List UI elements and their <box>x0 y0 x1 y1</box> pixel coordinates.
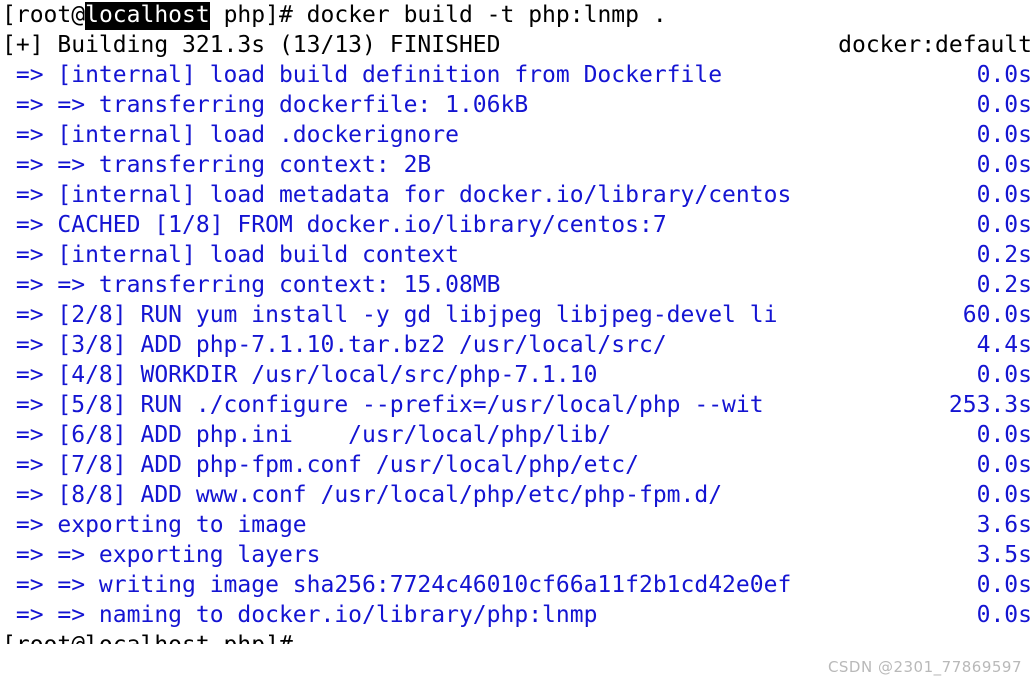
build-step-row: => => transferring context: 2B 0.0s <box>0 150 1036 180</box>
build-step-text: => [8/8] ADD www.conf /usr/local/php/etc… <box>2 482 723 508</box>
build-status-text: [+] Building 321.3s (13/13) FINISHED <box>2 32 501 58</box>
build-step-duration: 4.4s <box>976 332 1032 358</box>
build-step-text: => => transferring dockerfile: 1.06kB <box>2 92 529 118</box>
build-step-duration: 0.2s <box>976 272 1032 298</box>
build-step-duration: 0.0s <box>976 602 1032 628</box>
build-step-duration: 0.0s <box>976 62 1032 88</box>
build-step-text: => [6/8] ADD php.ini /usr/local/php/lib/ <box>2 422 612 448</box>
build-step-row: => [5/8] RUN ./configure --prefix=/usr/l… <box>0 390 1036 420</box>
command-text: docker build -t php:lnmp . <box>306 2 667 28</box>
build-step-duration: 0.0s <box>976 182 1032 208</box>
csdn-watermark: CSDN @2301_77869597 <box>827 658 1022 676</box>
build-step-duration: 60.0s <box>962 302 1032 328</box>
build-step-text: => => writing image sha256:7724c46010cf6… <box>2 572 792 598</box>
build-status-line: [+] Building 321.3s (13/13) FINISHED dock… <box>0 30 1036 60</box>
build-step-duration: 253.3s <box>948 392 1032 418</box>
build-step-text: => [2/8] RUN yum install -y gd libjpeg l… <box>2 302 778 328</box>
build-step-row: => [6/8] ADD php.ini /usr/local/php/lib/… <box>0 420 1036 450</box>
build-step-text: => CACHED [1/8] FROM docker.io/library/c… <box>2 212 667 238</box>
prompt-suffix: php]# <box>209 2 307 28</box>
build-step-duration: 0.0s <box>976 572 1032 598</box>
build-step-row: => => naming to docker.io/library/php:ln… <box>0 600 1036 630</box>
build-step-row: => [internal] load .dockerignore 0.0s <box>0 120 1036 150</box>
prompt-command-line: [root@localhost php]# docker build -t ph… <box>0 0 1036 30</box>
build-step-text: => [internal] load metadata for docker.i… <box>2 182 792 208</box>
prompt-prefix: [root@ <box>2 2 86 28</box>
build-step-duration: 3.5s <box>976 542 1032 568</box>
build-step-duration: 0.2s <box>976 242 1032 268</box>
build-step-duration: 0.0s <box>976 482 1032 508</box>
build-step-row: => [4/8] WORKDIR /usr/local/src/php-7.1.… <box>0 360 1036 390</box>
build-step-text: => => naming to docker.io/library/php:ln… <box>2 602 598 628</box>
build-step-text: => [4/8] WORKDIR /usr/local/src/php-7.1.… <box>2 362 598 388</box>
build-step-row: => => transferring dockerfile: 1.06kB 0.0… <box>0 90 1036 120</box>
build-step-text: => => transferring context: 15.08MB <box>2 272 501 298</box>
build-step-row: => [internal] load build definition from… <box>0 60 1036 90</box>
build-step-row: => [8/8] ADD www.conf /usr/local/php/etc… <box>0 480 1036 510</box>
build-step-duration: 0.0s <box>976 452 1032 478</box>
build-step-row: => => transferring context: 15.08MB 0.2s <box>0 270 1036 300</box>
build-step-text: => [3/8] ADD php-7.1.10.tar.bz2 /usr/loc… <box>2 332 667 358</box>
build-step-duration: 0.0s <box>976 422 1032 448</box>
build-step-duration: 0.0s <box>976 212 1032 238</box>
build-step-text: => [7/8] ADD php-fpm.conf /usr/local/php… <box>2 452 639 478</box>
trailing-prompt-text: [root@localhost php]# <box>2 632 307 644</box>
build-step-duration: 0.0s <box>976 122 1032 148</box>
build-step-row: => => exporting layers 3.5s <box>0 540 1036 570</box>
build-step-text: => => transferring context: 2B <box>2 152 432 178</box>
build-step-text: => [internal] load build context <box>2 242 459 268</box>
build-step-row: => [internal] load build context 0.2s <box>0 240 1036 270</box>
trailing-prompt-line: [root@localhost php]# <box>0 630 1036 644</box>
build-step-duration: 0.0s <box>976 362 1032 388</box>
build-step-row: => [2/8] RUN yum install -y gd libjpeg l… <box>0 300 1036 330</box>
build-step-text: => => exporting layers <box>2 542 321 568</box>
build-step-duration: 0.0s <box>976 152 1032 178</box>
build-step-duration: 3.6s <box>976 512 1032 538</box>
build-step-row: => CACHED [1/8] FROM docker.io/library/c… <box>0 210 1036 240</box>
build-step-text: => [internal] load build definition from… <box>2 62 723 88</box>
build-step-duration: 0.0s <box>976 92 1032 118</box>
build-step-list: => [internal] load build definition from… <box>0 60 1036 630</box>
prompt-hostname: localhost <box>85 2 210 30</box>
build-step-row: => [3/8] ADD php-7.1.10.tar.bz2 /usr/loc… <box>0 330 1036 360</box>
build-step-row: => [internal] load metadata for docker.i… <box>0 180 1036 210</box>
build-step-text: => exporting to image <box>2 512 307 538</box>
build-step-row: => exporting to image 3.6s <box>0 510 1036 540</box>
build-step-row: => => writing image sha256:7724c46010cf6… <box>0 570 1036 600</box>
build-step-text: => [internal] load .dockerignore <box>2 122 459 148</box>
build-step-text: => [5/8] RUN ./configure --prefix=/usr/l… <box>2 392 764 418</box>
terminal-window[interactable]: [root@localhost php]# docker build -t ph… <box>0 0 1036 684</box>
build-driver-label: docker:default <box>838 32 1032 58</box>
build-step-row: => [7/8] ADD php-fpm.conf /usr/local/php… <box>0 450 1036 480</box>
